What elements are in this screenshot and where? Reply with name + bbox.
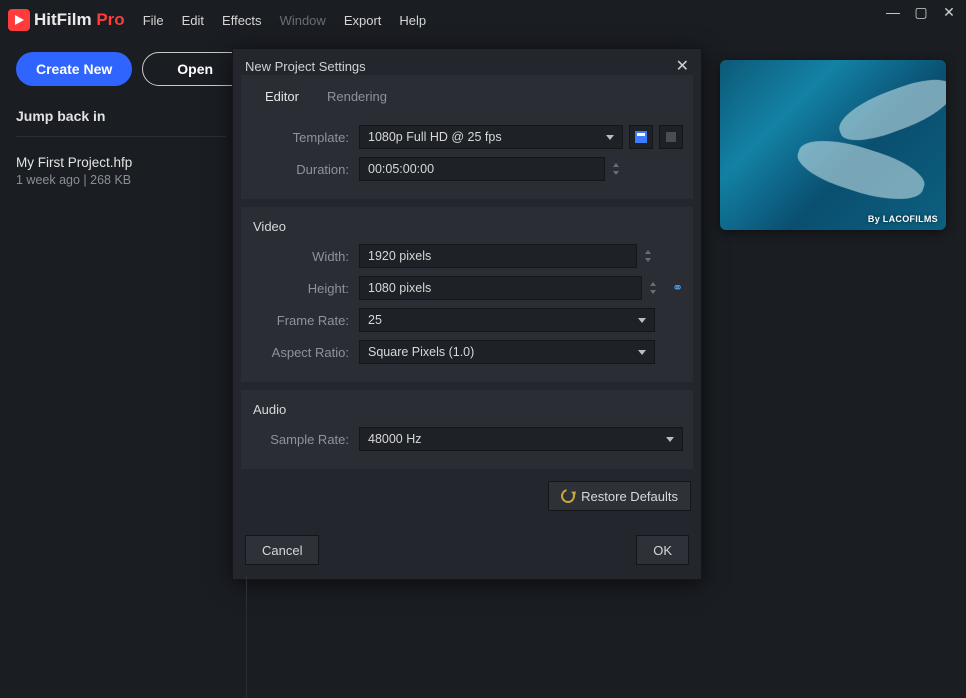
height-stepper[interactable]: [646, 282, 660, 294]
audio-section-title: Audio: [251, 398, 683, 425]
chevron-down-icon: [638, 318, 646, 323]
restore-label: Restore Defaults: [581, 489, 678, 504]
restore-row: Restore Defaults: [241, 477, 693, 515]
row-duration: Duration: 00:05:00:00: [251, 155, 683, 183]
logo-suffix: Pro: [96, 10, 124, 29]
sample-rate-value: 48000 Hz: [368, 432, 422, 446]
frame-rate-value: 25: [368, 313, 382, 327]
maximize-icon[interactable]: ▢: [912, 4, 930, 21]
video-section: Video Width: 1920 pixels Height: 1080 pi…: [241, 207, 693, 382]
chevron-down-icon: [666, 437, 674, 442]
play-icon: [8, 9, 30, 31]
menu-window[interactable]: Window: [280, 13, 326, 28]
row-height: Height: 1080 pixels ⚭: [251, 274, 683, 302]
trash-icon: [666, 132, 676, 142]
row-frame-rate: Frame Rate: 25: [251, 306, 683, 334]
row-template: Template: 1080p Full HD @ 25 fps: [251, 123, 683, 151]
dialog-body: Editor Rendering Template: 1080p Full HD…: [233, 75, 701, 525]
titlebar: HitFilm Pro File Edit Effects Window Exp…: [0, 0, 966, 40]
create-new-button[interactable]: Create New: [16, 52, 132, 86]
link-aspect-icon[interactable]: ⚭: [672, 280, 683, 296]
sample-rate-select[interactable]: 48000 Hz: [359, 427, 683, 451]
window-controls: — ▢ ✕: [884, 4, 958, 21]
audio-section: Audio Sample Rate: 48000 Hz: [241, 390, 693, 469]
duration-stepper[interactable]: [609, 163, 623, 175]
app-logo: HitFilm Pro: [8, 9, 125, 31]
label-width: Width:: [251, 249, 359, 264]
main-menu: File Edit Effects Window Export Help: [143, 13, 426, 28]
height-input[interactable]: 1080 pixels: [359, 276, 642, 300]
ok-button[interactable]: OK: [636, 535, 689, 565]
row-width: Width: 1920 pixels: [251, 242, 683, 270]
dialog-footer: Cancel OK: [233, 525, 701, 579]
label-frame-rate: Frame Rate:: [251, 313, 359, 328]
menu-file[interactable]: File: [143, 13, 164, 28]
jump-divider: [16, 136, 226, 137]
cancel-button[interactable]: Cancel: [245, 535, 319, 565]
save-icon: [635, 131, 647, 143]
row-aspect-ratio: Aspect Ratio: Square Pixels (1.0): [251, 338, 683, 366]
duration-value: 00:05:00:00: [368, 162, 434, 176]
label-sample-rate: Sample Rate:: [251, 432, 359, 447]
app-window: HitFilm Pro File Edit Effects Window Exp…: [0, 0, 966, 698]
width-stepper[interactable]: [641, 250, 655, 262]
template-select[interactable]: 1080p Full HD @ 25 fps: [359, 125, 623, 149]
width-value: 1920 pixels: [368, 249, 431, 263]
tab-rendering[interactable]: Rendering: [313, 81, 401, 112]
chevron-down-icon: [606, 135, 614, 140]
menu-edit[interactable]: Edit: [182, 13, 204, 28]
menu-help[interactable]: Help: [399, 13, 426, 28]
dialog-close-icon[interactable]: ✕: [676, 56, 689, 76]
restore-defaults-button[interactable]: Restore Defaults: [548, 481, 691, 511]
aspect-ratio-value: Square Pixels (1.0): [368, 345, 474, 359]
logo-word: HitFilm: [34, 10, 92, 29]
panel-divider[interactable]: [246, 576, 247, 698]
video-section-title: Video: [251, 215, 683, 242]
new-project-dialog: New Project Settings ✕ Editor Rendering …: [232, 48, 702, 580]
label-height: Height:: [251, 281, 359, 296]
width-input[interactable]: 1920 pixels: [359, 244, 637, 268]
editor-section: Editor Rendering Template: 1080p Full HD…: [241, 75, 693, 199]
close-icon[interactable]: ✕: [940, 4, 958, 21]
dialog-tabs: Editor Rendering: [241, 75, 693, 113]
delete-template-button[interactable]: [659, 125, 683, 149]
menu-effects[interactable]: Effects: [222, 13, 262, 28]
menu-export[interactable]: Export: [344, 13, 382, 28]
template-value: 1080p Full HD @ 25 fps: [368, 130, 502, 144]
label-aspect-ratio: Aspect Ratio:: [251, 345, 359, 360]
thumbnail-credit: By LACOFILMS: [868, 214, 938, 224]
minimize-icon[interactable]: —: [884, 4, 902, 21]
save-template-button[interactable]: [629, 125, 653, 149]
chevron-down-icon: [638, 350, 646, 355]
preview-thumbnail[interactable]: By LACOFILMS: [720, 60, 946, 230]
tab-editor[interactable]: Editor: [251, 81, 313, 112]
frame-rate-select[interactable]: 25: [359, 308, 655, 332]
refresh-icon: [559, 486, 578, 505]
dialog-title: New Project Settings: [245, 59, 366, 74]
duration-input[interactable]: 00:05:00:00: [359, 157, 605, 181]
label-template: Template:: [251, 130, 359, 145]
height-value: 1080 pixels: [368, 281, 431, 295]
aspect-ratio-select[interactable]: Square Pixels (1.0): [359, 340, 655, 364]
label-duration: Duration:: [251, 162, 359, 177]
app-name: HitFilm Pro: [34, 10, 125, 30]
row-sample-rate: Sample Rate: 48000 Hz: [251, 425, 683, 453]
